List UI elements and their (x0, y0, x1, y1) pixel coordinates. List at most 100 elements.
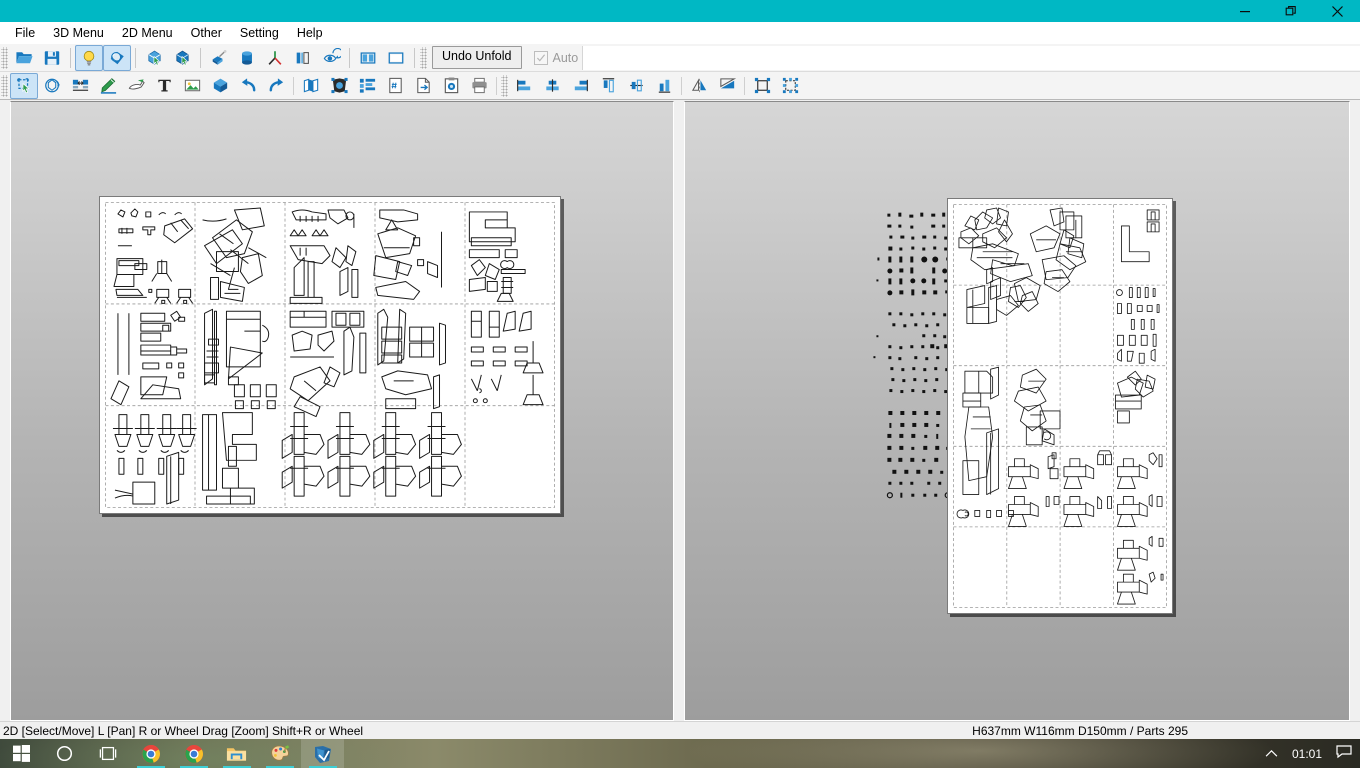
chrome-taskbar-button-1[interactable] (129, 739, 172, 768)
toolbar-grip[interactable] (1, 46, 8, 69)
open-file-button[interactable] (10, 45, 38, 71)
taskbar: 01:01 (0, 739, 1360, 768)
undo-unfold-button[interactable]: Undo Unfold (432, 46, 522, 69)
align-right-icon (574, 79, 588, 92)
join-disjoin-button[interactable] (66, 73, 94, 99)
close-icon (1331, 5, 1343, 17)
toolbar-grip[interactable] (420, 46, 427, 69)
unfold-page-sheet[interactable] (99, 196, 561, 514)
export-page-button[interactable] (409, 73, 437, 99)
select-face-button[interactable] (140, 45, 168, 71)
arrange-parts-button[interactable] (353, 73, 381, 99)
page-number-icon (388, 77, 402, 94)
group-parts-button[interactable] (748, 73, 776, 99)
tray-clock[interactable]: 01:01 (1292, 747, 1322, 761)
status-hint: 2D [Select/Move] L [Pan] R or Wheel Drag… (3, 723, 364, 738)
align-left-button[interactable] (510, 73, 538, 99)
paint-box-icon (212, 49, 227, 65)
auto-checkbox-group[interactable]: Auto (533, 50, 578, 65)
redo-button[interactable] (262, 73, 290, 99)
auto-checkbox[interactable] (533, 50, 548, 65)
ungroup-parts-button[interactable] (776, 73, 804, 99)
minimize-button[interactable] (1222, 0, 1268, 22)
flip-vertical-button[interactable] (713, 73, 741, 99)
3d-model-pane[interactable] (684, 101, 1350, 721)
pane-splitter[interactable] (674, 101, 684, 721)
model-parts-drawing (953, 204, 1167, 608)
fit-parts-icon (330, 77, 348, 94)
unfold-page-sheet[interactable] (947, 198, 1173, 614)
shape-tool-button[interactable] (206, 73, 234, 99)
paint-box-button[interactable] (205, 45, 233, 71)
page-number-button[interactable] (381, 73, 409, 99)
split-view-icon (360, 51, 376, 64)
select-part-button[interactable] (168, 45, 196, 71)
close-button[interactable] (1314, 0, 1360, 22)
toolbar-separator (293, 76, 294, 95)
lighting-toggle-button[interactable] (75, 44, 103, 71)
file-explorer-button[interactable] (215, 739, 258, 768)
toolbar-grip[interactable] (1, 74, 8, 97)
pepakura-app-button[interactable] (301, 739, 344, 768)
rotate-part-button[interactable] (38, 73, 66, 99)
align-center-h-button[interactable] (538, 73, 566, 99)
menu-3d[interactable]: 3D Menu (44, 23, 113, 43)
single-view-button[interactable] (382, 45, 410, 71)
restore-icon (1285, 6, 1296, 16)
fit-parts-button[interactable] (325, 73, 353, 99)
sheet-grid (953, 204, 1167, 608)
menu-help[interactable]: Help (288, 23, 332, 43)
axis-button[interactable] (261, 45, 289, 71)
task-view-button[interactable] (86, 739, 129, 768)
windows-logo-icon (13, 745, 30, 762)
cylinder-button[interactable] (233, 45, 261, 71)
open-file-icon (15, 52, 33, 64)
eye-rotate-icon (323, 48, 341, 63)
align-middle-v-button[interactable] (622, 73, 650, 99)
start-button[interactable] (0, 739, 43, 768)
erase-flap-button[interactable] (122, 73, 150, 99)
align-bottom-button[interactable] (650, 73, 678, 99)
cortana-search-button[interactable] (43, 739, 86, 768)
chrome-icon (141, 744, 160, 763)
menu-2d[interactable]: 2D Menu (113, 23, 182, 43)
chevron-up-icon (1265, 749, 1278, 757)
split-view-button[interactable] (354, 45, 382, 71)
flip-horizontal-button[interactable] (685, 73, 713, 99)
text-tool-button[interactable] (150, 73, 178, 99)
paint-app-button[interactable] (258, 739, 301, 768)
edit-flap-button[interactable] (94, 73, 122, 99)
export-page-icon (416, 77, 430, 94)
page-layout-icon (303, 78, 318, 93)
folder-icon (226, 747, 247, 761)
2d-unfold-pane[interactable] (10, 101, 674, 721)
save-file-button[interactable] (38, 45, 66, 71)
clipboard-button[interactable] (437, 73, 465, 99)
eye-rotate-button[interactable] (317, 45, 345, 71)
align-right-button[interactable] (566, 73, 594, 99)
menu-file[interactable]: File (6, 23, 44, 43)
arrange-parts-icon (359, 78, 375, 93)
undo-button[interactable] (234, 73, 262, 99)
action-center-button[interactable] (1336, 745, 1352, 762)
align-top-icon (602, 78, 614, 93)
unfold-parts-drawing (105, 202, 555, 508)
page-layout-button[interactable] (297, 73, 325, 99)
restore-button[interactable] (1268, 0, 1314, 22)
menu-setting[interactable]: Setting (231, 23, 288, 43)
align-top-button[interactable] (594, 73, 622, 99)
print-button[interactable] (465, 73, 493, 99)
toolbar-grip[interactable] (501, 74, 508, 97)
toolbar-separator (70, 47, 71, 68)
select-move-button[interactable] (10, 72, 38, 99)
chrome-icon (184, 744, 203, 763)
undo-icon (241, 78, 255, 92)
chrome-taskbar-button-2[interactable] (172, 739, 215, 768)
redo-icon (269, 78, 283, 92)
axis-icon (268, 50, 282, 65)
menu-other[interactable]: Other (182, 23, 231, 43)
texture-toggle-button[interactable] (103, 44, 131, 71)
tray-chevron-button[interactable] (1265, 747, 1278, 761)
image-tool-button[interactable] (178, 73, 206, 99)
flaps-button[interactable] (289, 45, 317, 71)
